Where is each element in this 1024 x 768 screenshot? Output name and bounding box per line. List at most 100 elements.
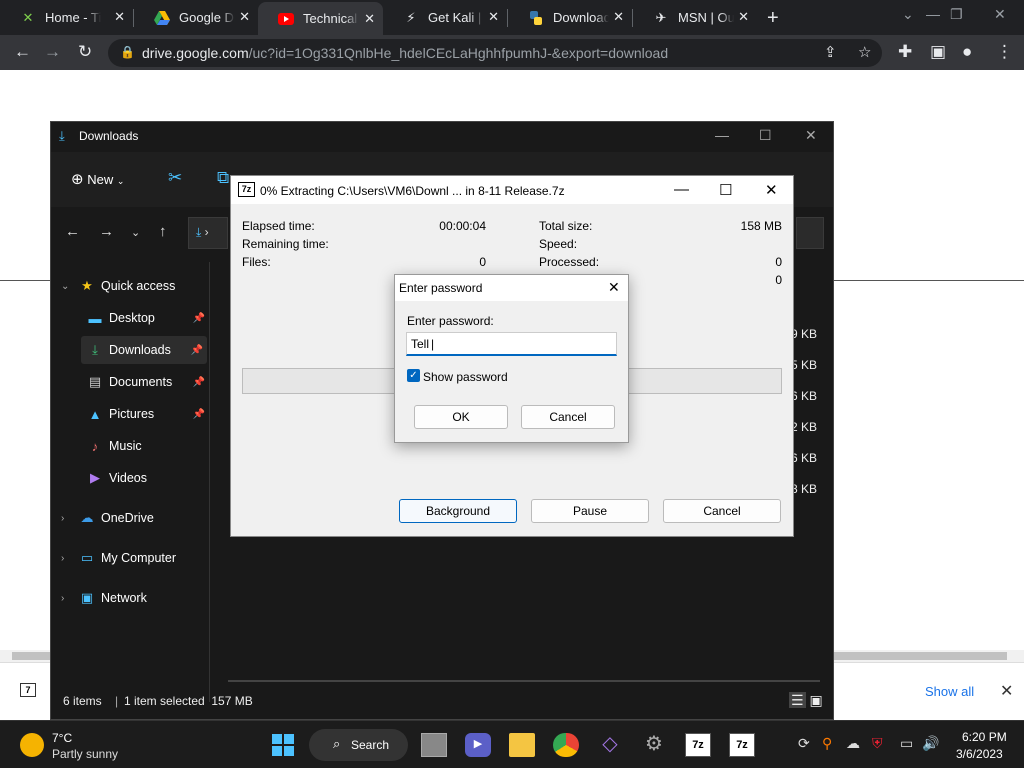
chevron-down-icon[interactable]: ⌄ <box>61 281 69 292</box>
show-password-checkbox[interactable]: ✓ <box>407 369 420 382</box>
details-view-icon[interactable]: ☰ <box>789 692 806 708</box>
address-bar[interactable]: 🔒 drive.google.com/uc?id=1Og331QnlbHe_hd… <box>108 39 882 67</box>
clock-date[interactable]: 3/6/2023 <box>956 747 1003 761</box>
cut-icon[interactable]: ✂ <box>168 168 182 188</box>
chevron-right-icon[interactable]: › <box>61 593 64 604</box>
sidebar-item-pictures[interactable]: ▲ Pictures 📌 <box>51 400 209 428</box>
close-icon[interactable]: ✕ <box>608 279 620 296</box>
pause-button[interactable]: Pause <box>531 499 649 523</box>
visual-studio-icon[interactable]: ◇ <box>597 733 623 757</box>
background-button[interactable]: Background <box>399 499 517 523</box>
close-icon[interactable]: ✕ <box>488 9 499 25</box>
minimize-icon[interactable]: — <box>674 181 689 198</box>
settings-icon[interactable]: ⚙ <box>641 733 667 757</box>
reload-icon[interactable]: ↻ <box>78 42 92 62</box>
pane-divider[interactable] <box>209 262 210 702</box>
profile-icon[interactable]: ● <box>962 42 972 62</box>
extensions-icon[interactable]: ✚ <box>898 42 912 62</box>
security-icon[interactable]: ⛨ <box>872 735 883 752</box>
window-title: Downloads <box>79 129 139 143</box>
browser-tab-active[interactable]: Technical A ✕ <box>258 2 383 35</box>
teams-icon[interactable]: ▶ <box>465 733 491 757</box>
horizontal-scrollbar[interactable] <box>228 680 820 682</box>
taskbar-search[interactable]: ⌕ Search <box>309 729 408 761</box>
sync-icon[interactable]: ⟳ <box>798 735 810 752</box>
lock-icon[interactable]: 🔒 <box>120 45 135 59</box>
back-icon[interactable]: ← <box>65 223 80 240</box>
browser-tab[interactable]: ✕ Home - Tita ✕ <box>0 0 133 35</box>
browser-tab[interactable]: ✈ MSN | Outl ✕ <box>633 0 757 35</box>
star-icon: ★ <box>81 278 93 293</box>
chevron-down-icon[interactable]: ⌄ <box>902 6 914 23</box>
weather-icon[interactable] <box>20 733 44 757</box>
search-box[interactable] <box>796 217 824 249</box>
sidebar-item-my-computer[interactable]: › ▭ My Computer <box>51 544 209 572</box>
maximize-icon[interactable]: ☐ <box>759 127 772 144</box>
restore-icon[interactable]: ❐ <box>950 6 963 23</box>
pin-icon[interactable]: 📌 <box>191 345 203 356</box>
cancel-button[interactable]: Cancel <box>663 499 781 523</box>
close-icon[interactable]: ✕ <box>765 181 778 199</box>
chevron-down-icon[interactable]: ⌄ <box>131 226 140 239</box>
close-icon[interactable]: ✕ <box>613 9 624 25</box>
new-button[interactable]: ⊕ New ⌄ <box>71 170 124 188</box>
tiles-view-icon[interactable]: ▣ <box>809 692 822 708</box>
menu-icon[interactable]: ⋮ <box>996 42 1013 62</box>
minimize-icon[interactable]: — <box>715 127 729 143</box>
chrome-icon[interactable] <box>553 733 579 757</box>
sidebar-item-network[interactable]: › ▣ Network <box>51 584 209 612</box>
cloud-offline-icon[interactable]: ☁ <box>846 735 860 752</box>
pin-icon[interactable]: 📌 <box>193 377 205 388</box>
sidebar-item-quick-access[interactable]: ⌄ ★ Quick access <box>51 272 209 300</box>
sidebar-item-videos[interactable]: ▶ Videos <box>51 464 209 492</box>
chevron-right-icon[interactable]: › <box>61 553 64 564</box>
close-window-icon[interactable]: ✕ <box>994 6 1006 23</box>
forward-icon[interactable]: → <box>99 223 114 240</box>
minimize-icon[interactable]: — <box>926 6 940 22</box>
browser-tab[interactable]: ⚡ Get Kali | K ✕ <box>383 0 507 35</box>
start-button[interactable] <box>272 734 294 756</box>
browser-tab[interactable]: Google Dri ✕ <box>134 0 258 35</box>
back-icon[interactable]: ← <box>14 42 31 62</box>
pin-icon[interactable]: 📌 <box>193 313 205 324</box>
7z-file-icon[interactable]: 7 <box>20 683 36 697</box>
show-all-link[interactable]: Show all <box>925 684 974 699</box>
7z-app-icon[interactable]: 7z <box>729 733 755 757</box>
close-icon[interactable]: ✕ <box>114 9 125 25</box>
weather-description[interactable]: Partly sunny <box>52 747 118 761</box>
side-panel-icon[interactable]: ▣ <box>930 42 946 62</box>
pin-icon[interactable]: 📌 <box>193 409 205 420</box>
7z-app-icon[interactable]: 7z <box>685 733 711 757</box>
sidebar-item-downloads[interactable]: ⤓ Downloads 📌 <box>81 336 207 364</box>
search-tool-icon[interactable]: ⚲ <box>822 735 832 752</box>
password-input[interactable]: Tell | <box>406 332 617 356</box>
close-icon[interactable]: ✕ <box>738 9 749 25</box>
close-icon[interactable]: ✕ <box>805 127 817 144</box>
maximize-icon[interactable]: ☐ <box>719 181 732 199</box>
share-icon[interactable]: ⇪ <box>824 43 837 61</box>
close-icon[interactable]: ✕ <box>239 9 250 25</box>
cancel-button[interactable]: Cancel <box>521 405 615 429</box>
browser-tab[interactable]: Download ✕ <box>508 0 632 35</box>
weather-temperature[interactable]: 7°C <box>52 731 72 745</box>
sidebar-item-music[interactable]: ♪ Music <box>51 432 209 460</box>
forward-icon[interactable]: → <box>44 42 61 62</box>
sidebar-item-documents[interactable]: ▤ Documents 📌 <box>51 368 209 396</box>
show-password-label[interactable]: Show password <box>423 370 508 384</box>
sidebar-item-desktop[interactable]: ▬ Desktop 📌 <box>51 304 209 332</box>
sidebar-item-onedrive[interactable]: › ☁ OneDrive <box>51 504 209 532</box>
ok-button[interactable]: OK <box>414 405 508 429</box>
task-view-icon[interactable] <box>421 733 447 757</box>
display-icon[interactable]: ▭ <box>900 735 913 752</box>
copy-icon[interactable]: ⧉ <box>217 168 229 188</box>
new-tab-icon[interactable]: + <box>767 7 779 30</box>
address-bar[interactable]: ⤓ › <box>188 217 228 249</box>
clock-time[interactable]: 6:20 PM <box>962 730 1007 744</box>
close-icon[interactable]: ✕ <box>1000 681 1013 701</box>
chevron-right-icon[interactable]: › <box>61 513 64 524</box>
volume-icon[interactable]: 🔊 <box>922 735 939 752</box>
folder-icon[interactable] <box>509 733 535 757</box>
star-icon[interactable]: ☆ <box>858 43 871 61</box>
up-icon[interactable]: ↑ <box>159 223 167 240</box>
close-icon[interactable]: ✕ <box>364 11 375 27</box>
